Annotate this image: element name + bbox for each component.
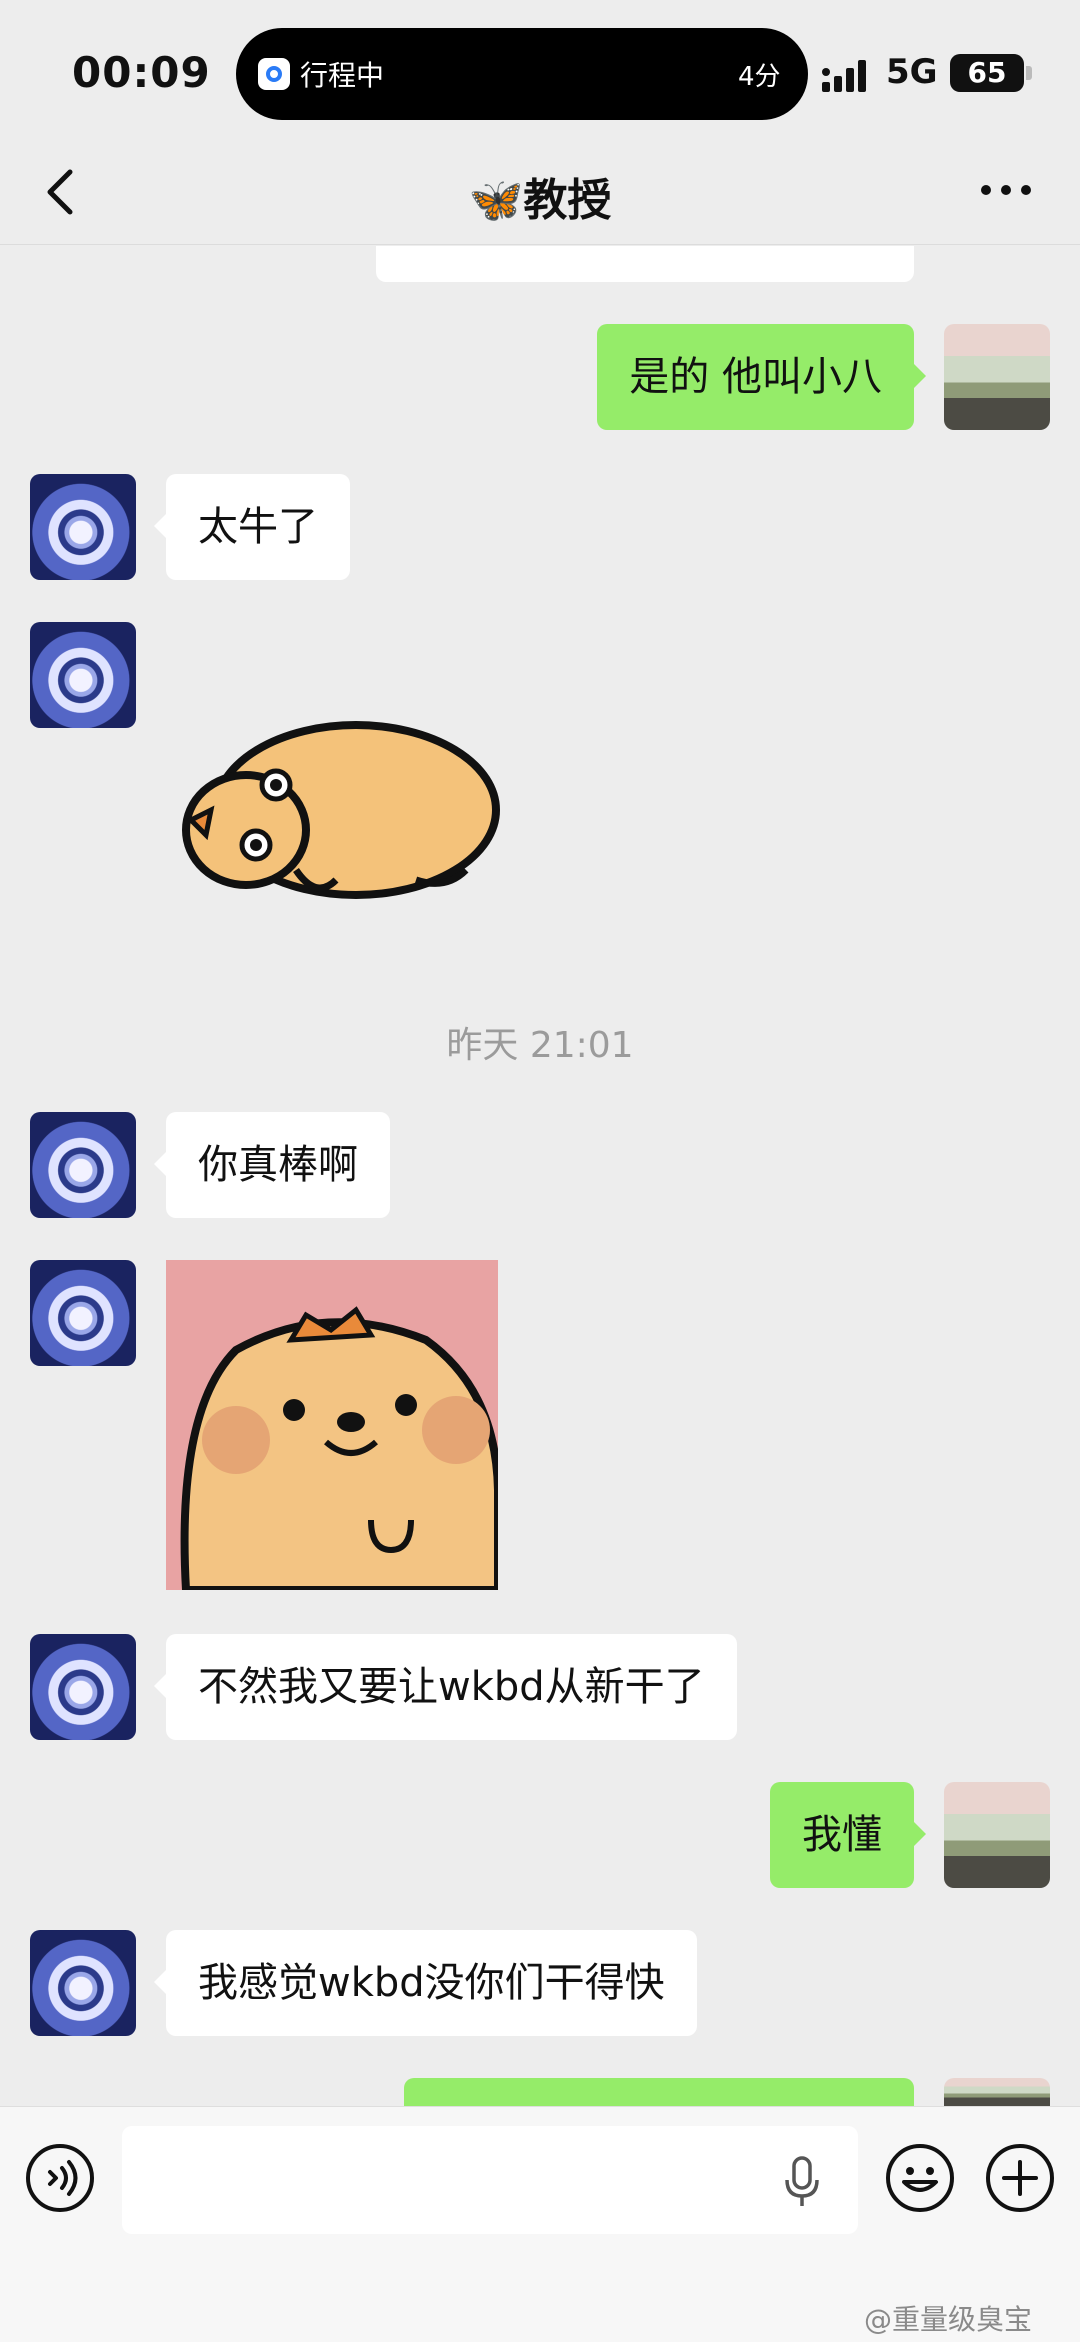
contact-message-bubble[interactable]: 太牛了	[154, 474, 350, 580]
emoji-icon[interactable]	[884, 2142, 956, 2214]
my-avatar[interactable]	[944, 1782, 1050, 1888]
contact-avatar[interactable]	[30, 1634, 136, 1740]
message-timestamp: 昨天 21:01	[446, 1025, 634, 1066]
chat-title: 🦋教授	[468, 175, 612, 226]
contact-message-bubble[interactable]: 你真棒啊	[154, 1112, 390, 1218]
contact-avatar[interactable]	[30, 1260, 136, 1366]
contact-avatar[interactable]	[30, 474, 136, 580]
signal-icon	[822, 60, 866, 92]
message-input[interactable]	[122, 2126, 858, 2234]
trip-status-text: 行程中	[300, 59, 385, 92]
previous-message-card[interactable]	[376, 246, 914, 282]
network-type: 5G	[886, 52, 938, 92]
trip-minutes: 4分	[738, 62, 781, 92]
my-message-bubble[interactable]: 我懂	[770, 1782, 926, 1888]
smiling-bear-sticker[interactable]	[166, 1260, 498, 1590]
watermark: @重量级臭宝	[864, 2303, 1033, 2336]
my-message-bubble[interactable]: 是的 他叫小八	[597, 324, 926, 430]
my-avatar[interactable]	[944, 324, 1050, 430]
contact-avatar[interactable]	[30, 1112, 136, 1218]
contact-avatar[interactable]	[30, 622, 136, 728]
battery-icon: 65	[950, 54, 1024, 92]
contact-avatar[interactable]	[30, 1930, 136, 2036]
my-message-bubble-partial[interactable]	[404, 2078, 914, 2106]
more-options-icon[interactable]	[980, 184, 1032, 196]
status-time: 00:09	[72, 48, 211, 97]
lying-bear-sticker[interactable]	[166, 690, 506, 910]
trip-app-icon	[258, 58, 290, 90]
contact-message-bubble[interactable]: 不然我又要让wkbd从新干了	[154, 1634, 737, 1740]
voice-mode-icon[interactable]	[24, 2142, 96, 2214]
plus-icon[interactable]	[984, 2142, 1056, 2214]
contact-message-bubble[interactable]: 我感觉wkbd没你们干得快	[154, 1930, 697, 2036]
my-avatar-partial[interactable]	[944, 2078, 1050, 2106]
microphone-icon[interactable]	[784, 2156, 820, 2208]
battery-cap	[1026, 66, 1032, 80]
